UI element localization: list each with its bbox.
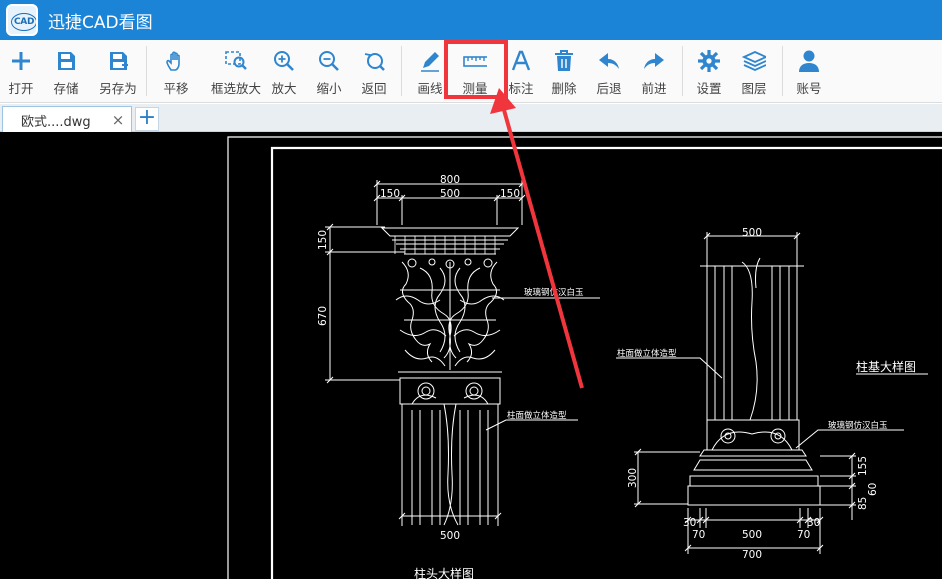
pencil-icon	[418, 49, 442, 73]
dim-70-left: 70	[692, 529, 705, 541]
save-as-button[interactable]: 另存为	[96, 40, 140, 103]
dim-70-right: 70	[797, 529, 810, 541]
account-button[interactable]: 账号	[793, 40, 825, 103]
app-title: 迅捷CAD看图	[48, 12, 153, 33]
text-a-icon	[509, 49, 533, 73]
dim-150-left: 150	[380, 188, 400, 200]
dim-500-shaft: 500	[742, 227, 762, 239]
plus-icon	[9, 49, 33, 73]
trash-icon	[552, 49, 576, 73]
note-column-surface: 柱面做立体造型	[507, 410, 567, 421]
save-icon	[54, 49, 78, 73]
back-button[interactable]: 返回	[358, 40, 390, 103]
dim-700-total: 700	[742, 549, 762, 561]
add-tab-button[interactable]: +	[135, 107, 159, 131]
toolbar-divider	[682, 46, 683, 96]
annotate-button[interactable]: 标注	[505, 40, 537, 103]
document-tab-bar: 欧式....dwg × +	[0, 104, 942, 133]
toolbar-divider	[401, 46, 402, 96]
undo-button[interactable]: 后退	[593, 40, 625, 103]
undo-arrow-icon	[597, 49, 621, 73]
dim-670-vertical: 670	[317, 306, 329, 326]
note-frp-material-right: 玻璃钢仿汉白玉	[828, 420, 888, 431]
toolbar-divider	[146, 46, 147, 96]
open-button[interactable]: 打开	[4, 40, 38, 103]
tab-file-name: 欧式....dwg	[21, 114, 91, 130]
return-icon	[362, 49, 386, 73]
drawing-title-base: 柱基大样图	[856, 359, 916, 374]
dim-30-left: 30	[683, 517, 696, 529]
dim-155-vertical: 155	[857, 456, 869, 476]
toolbar: 打开 存储 另存为 平移 框选放大 放大 缩小 返回 画线 测量 标注 删除 后…	[0, 40, 942, 103]
zoom-out-button[interactable]: 缩小	[313, 40, 345, 103]
dim-500-base: 500	[742, 529, 762, 541]
dim-500-top: 500	[440, 188, 460, 200]
close-icon[interactable]: ×	[109, 111, 127, 129]
redo-button[interactable]: 前进	[638, 40, 670, 103]
drawing-canvas[interactable]: 800 150 500 150 150 670 500 玻璃钢仿汉白玉 柱面做立…	[0, 132, 942, 579]
dim-800: 800	[440, 174, 460, 186]
zoom-window-icon	[224, 49, 248, 73]
toolbar-divider	[782, 46, 783, 96]
zoom-in-icon	[272, 49, 296, 73]
dim-150-vertical: 150	[317, 230, 329, 250]
tab-dwg-file[interactable]: 欧式....dwg ×	[2, 106, 132, 133]
dim-500-bottom: 500	[440, 530, 460, 542]
redo-arrow-icon	[642, 49, 666, 73]
note-frp-material: 玻璃钢仿汉白玉	[524, 287, 584, 298]
zoom-window-button[interactable]: 框选放大	[210, 40, 262, 103]
title-bar: CAD 迅捷CAD看图	[0, 0, 942, 40]
dim-60-vertical: 60	[867, 483, 879, 496]
draw-line-button[interactable]: 画线	[414, 40, 446, 103]
cad-drawing: 800 150 500 150 150 670 500 玻璃钢仿汉白玉 柱面做立…	[227, 136, 942, 579]
dim-150-right: 150	[500, 188, 520, 200]
note-column-surface-right: 柱面做立体造型	[617, 348, 677, 359]
dim-300-vertical: 300	[627, 468, 639, 488]
ruler-icon	[463, 49, 487, 73]
dim-30-right: 30	[807, 517, 820, 529]
user-icon	[797, 49, 821, 73]
drawing-title-capital: 柱头大样图	[414, 566, 474, 579]
delete-button[interactable]: 删除	[548, 40, 580, 103]
app-logo-icon: CAD	[6, 4, 38, 36]
layers-button[interactable]: 图层	[738, 40, 770, 103]
hand-icon	[164, 49, 188, 73]
settings-button[interactable]: 设置	[693, 40, 725, 103]
save-as-icon	[106, 49, 130, 73]
save-button[interactable]: 存储	[48, 40, 84, 103]
gear-icon	[697, 49, 721, 73]
zoom-out-icon	[317, 49, 341, 73]
dim-85-vertical: 85	[857, 497, 869, 510]
pan-button[interactable]: 平移	[160, 40, 192, 103]
zoom-in-button[interactable]: 放大	[268, 40, 300, 103]
layers-icon	[742, 49, 766, 73]
measure-button[interactable]: 测量	[458, 40, 492, 103]
